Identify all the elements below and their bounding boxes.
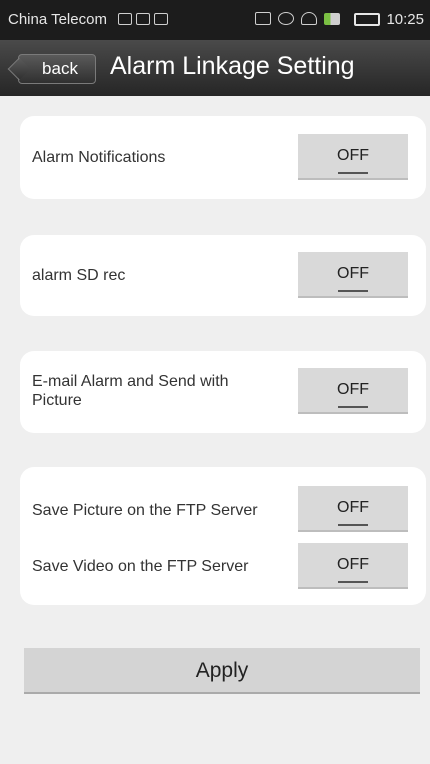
ftp-video-toggle[interactable]: OFF — [298, 543, 408, 589]
toggle-state: OFF — [337, 265, 369, 282]
setting-label: E-mail Alarm and Send with Picture — [32, 373, 229, 409]
status-bar: China Telecom 10:25 — [0, 0, 430, 40]
settings-card-ftp: Save Picture on the FTP Server OFF Save … — [20, 467, 426, 605]
signal-icon — [324, 13, 340, 25]
alarm-notifications-toggle[interactable]: OFF — [298, 134, 408, 180]
toggle-state: OFF — [337, 381, 369, 398]
toggle-state: OFF — [337, 556, 369, 573]
setting-label: Save Picture on the FTP Server — [32, 502, 258, 519]
ftp-picture-toggle[interactable]: OFF — [298, 486, 408, 532]
toggle-state: OFF — [337, 147, 369, 164]
nfc-icon — [255, 12, 271, 25]
toggle-state: OFF — [337, 499, 369, 516]
back-button[interactable]: back — [18, 54, 96, 84]
image-icon — [136, 13, 150, 25]
setting-row: Save Picture on the FTP Server OFF — [20, 486, 426, 532]
carrier-label: China Telecom — [8, 11, 107, 28]
notification-icon — [154, 13, 168, 25]
settings-card-alarm-notifications: Alarm Notifications OFF — [20, 116, 426, 199]
apply-button[interactable]: Apply — [24, 648, 420, 694]
toggle-indicator — [338, 290, 368, 292]
toggle-indicator — [338, 524, 368, 526]
clock: 10:25 — [386, 11, 424, 28]
toggle-indicator — [338, 172, 368, 174]
alarm-icon — [278, 12, 294, 25]
setting-row: alarm SD rec OFF — [20, 252, 426, 298]
email-alarm-toggle[interactable]: OFF — [298, 368, 408, 414]
notification-icons — [118, 12, 178, 28]
setting-label: Save Video on the FTP Server — [32, 558, 249, 575]
settings-card-sd-rec: alarm SD rec OFF — [20, 235, 426, 316]
setting-label: Alarm Notifications — [32, 149, 166, 166]
settings-card-email-alarm: E-mail Alarm and Send with Picture OFF — [20, 351, 426, 433]
status-right: 10:25 — [354, 11, 424, 28]
title-bar: back Alarm Linkage Setting — [0, 40, 430, 96]
usb-icon — [118, 13, 132, 25]
setting-label: alarm SD rec — [32, 267, 126, 284]
page-title: Alarm Linkage Setting — [110, 52, 355, 80]
wifi-icon — [301, 12, 317, 25]
toggle-indicator — [338, 581, 368, 583]
setting-row: Alarm Notifications OFF — [20, 134, 426, 180]
battery-icon — [354, 13, 381, 26]
system-icons — [255, 12, 347, 28]
setting-row: E-mail Alarm and Send with Picture OFF — [20, 368, 426, 414]
setting-row: Save Video on the FTP Server OFF — [20, 543, 426, 589]
toggle-indicator — [338, 406, 368, 408]
alarm-sd-rec-toggle[interactable]: OFF — [298, 252, 408, 298]
